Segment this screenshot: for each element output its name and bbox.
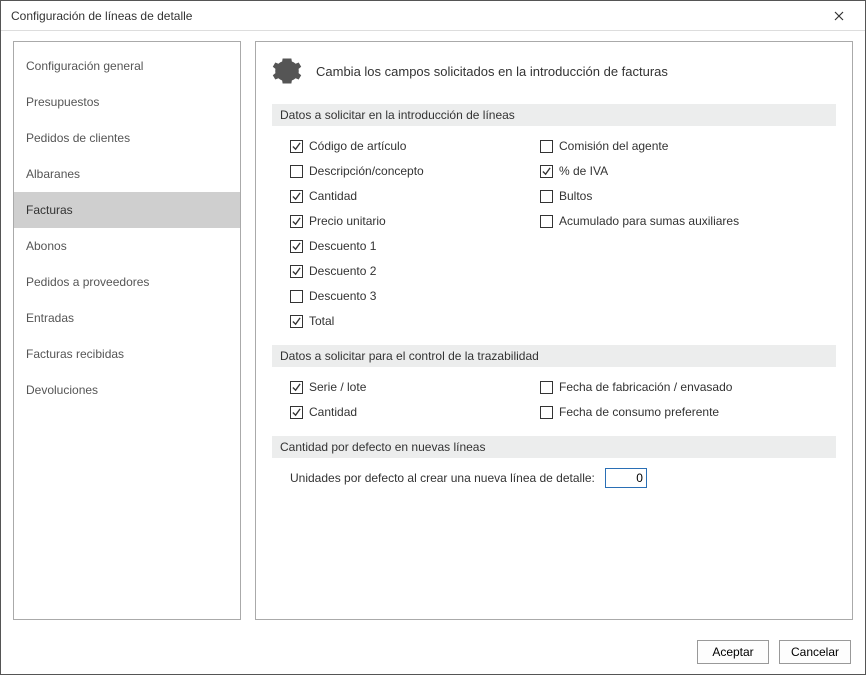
checkbox-serie-lote[interactable]: Serie / lote [290, 377, 540, 397]
checkbox-comision-agente[interactable]: Comisión del agente [540, 136, 818, 156]
checkbox-icon [290, 381, 303, 394]
checkbox-fecha-fabricacion[interactable]: Fecha de fabricación / envasado [540, 377, 818, 397]
checkbox-label: Acumulado para sumas auxiliares [559, 214, 739, 228]
sidebar: Configuración general Presupuestos Pedid… [13, 41, 241, 620]
checkbox-icon [540, 215, 553, 228]
checkbox-label: Descripción/concepto [309, 164, 424, 178]
sidebar-item-label: Configuración general [26, 59, 143, 73]
close-button[interactable] [819, 2, 859, 30]
sidebar-item-label: Abonos [26, 239, 67, 253]
sidebar-item-label: Pedidos de clientes [26, 131, 130, 145]
checkbox-icon [540, 140, 553, 153]
checkbox-icon [540, 406, 553, 419]
section2-col-left: Serie / lote Cantidad [290, 377, 540, 422]
content-panel: Cambia los campos solicitados en la intr… [255, 41, 853, 620]
checkbox-descuento-3[interactable]: Descuento 3 [290, 286, 540, 306]
default-qty-label: Unidades por defecto al crear una nueva … [290, 471, 595, 485]
checkbox-label: % de IVA [559, 164, 608, 178]
checkbox-icon [290, 265, 303, 278]
checkbox-label: Comisión del agente [559, 139, 668, 153]
checkbox-icon [290, 215, 303, 228]
section-body-trazabilidad: Serie / lote Cantidad Fecha de fabricaci… [272, 367, 836, 428]
accept-button[interactable]: Aceptar [697, 640, 769, 664]
checkbox-label: Total [309, 314, 334, 328]
section1-col-right: Comisión del agente % de IVA Bultos Acum… [540, 136, 818, 331]
checkbox-label: Descuento 3 [309, 289, 376, 303]
checkbox-fecha-consumo[interactable]: Fecha de consumo preferente [540, 402, 818, 422]
section2-col-right: Fecha de fabricación / envasado Fecha de… [540, 377, 818, 422]
content-header-title: Cambia los campos solicitados en la intr… [316, 64, 668, 79]
button-label: Aceptar [712, 645, 753, 659]
section1-col-left: Código de artículo Descripción/concepto … [290, 136, 540, 331]
checkbox-label: Bultos [559, 189, 592, 203]
checkbox-label: Código de artículo [309, 139, 406, 153]
sidebar-item-label: Presupuestos [26, 95, 99, 109]
window-title: Configuración de líneas de detalle [11, 9, 192, 23]
checkbox-icon [290, 190, 303, 203]
section-header-trazabilidad: Datos a solicitar para el control de la … [272, 345, 836, 367]
checkbox-label: Descuento 1 [309, 239, 376, 253]
sidebar-item-albaranes[interactable]: Albaranes [14, 156, 240, 192]
checkbox-label: Fecha de consumo preferente [559, 405, 719, 419]
checkbox-total[interactable]: Total [290, 311, 540, 331]
checkbox-icon [290, 140, 303, 153]
section-body-datos-lineas: Código de artículo Descripción/concepto … [272, 126, 836, 337]
checkbox-bultos[interactable]: Bultos [540, 186, 818, 206]
sidebar-item-entradas[interactable]: Entradas [14, 300, 240, 336]
checkbox-label: Fecha de fabricación / envasado [559, 380, 732, 394]
checkbox-label: Precio unitario [309, 214, 386, 228]
checkbox-precio-unitario[interactable]: Precio unitario [290, 211, 540, 231]
default-qty-input[interactable] [605, 468, 647, 488]
checkbox-icon [290, 165, 303, 178]
checkbox-descuento-2[interactable]: Descuento 2 [290, 261, 540, 281]
dialog-body: Configuración general Presupuestos Pedid… [1, 31, 865, 630]
sidebar-item-devoluciones[interactable]: Devoluciones [14, 372, 240, 408]
cancel-button[interactable]: Cancelar [779, 640, 851, 664]
sidebar-item-pedidos-clientes[interactable]: Pedidos de clientes [14, 120, 240, 156]
checkbox-icon [540, 381, 553, 394]
checkbox-label: Serie / lote [309, 380, 366, 394]
checkbox-pct-iva[interactable]: % de IVA [540, 161, 818, 181]
sidebar-item-facturas-recibidas[interactable]: Facturas recibidas [14, 336, 240, 372]
checkbox-icon [540, 190, 553, 203]
checkbox-icon [290, 315, 303, 328]
sidebar-item-pedidos-proveedores[interactable]: Pedidos a proveedores [14, 264, 240, 300]
sidebar-item-abonos[interactable]: Abonos [14, 228, 240, 264]
section-header-datos-lineas: Datos a solicitar en la introducción de … [272, 104, 836, 126]
section-header-cantidad-defecto: Cantidad por defecto en nuevas líneas [272, 436, 836, 458]
sidebar-item-label: Facturas recibidas [26, 347, 124, 361]
checkbox-codigo-articulo[interactable]: Código de artículo [290, 136, 540, 156]
checkbox-acumulado-sumas[interactable]: Acumulado para sumas auxiliares [540, 211, 818, 231]
checkbox-cantidad[interactable]: Cantidad [290, 186, 540, 206]
button-label: Cancelar [791, 645, 839, 659]
sidebar-item-facturas[interactable]: Facturas [14, 192, 240, 228]
gear-icon [272, 56, 302, 86]
checkbox-icon [290, 240, 303, 253]
sidebar-item-presupuestos[interactable]: Presupuestos [14, 84, 240, 120]
checkbox-icon [540, 165, 553, 178]
checkbox-descuento-1[interactable]: Descuento 1 [290, 236, 540, 256]
checkbox-label: Cantidad [309, 405, 357, 419]
close-icon [834, 8, 844, 24]
checkbox-label: Cantidad [309, 189, 357, 203]
dialog-footer: Aceptar Cancelar [1, 630, 865, 674]
section-body-cantidad-defecto: Unidades por defecto al crear una nueva … [272, 458, 836, 494]
sidebar-item-label: Albaranes [26, 167, 80, 181]
sidebar-item-label: Facturas [26, 203, 73, 217]
checkbox-label: Descuento 2 [309, 264, 376, 278]
checkbox-descripcion[interactable]: Descripción/concepto [290, 161, 540, 181]
titlebar: Configuración de líneas de detalle [1, 1, 865, 31]
sidebar-item-label: Devoluciones [26, 383, 98, 397]
checkbox-icon [290, 406, 303, 419]
sidebar-item-label: Pedidos a proveedores [26, 275, 149, 289]
sidebar-item-label: Entradas [26, 311, 74, 325]
dialog-window: Configuración de líneas de detalle Confi… [0, 0, 866, 675]
content-header: Cambia los campos solicitados en la intr… [272, 56, 836, 86]
checkbox-icon [290, 290, 303, 303]
sidebar-item-general[interactable]: Configuración general [14, 48, 240, 84]
checkbox-traz-cantidad[interactable]: Cantidad [290, 402, 540, 422]
